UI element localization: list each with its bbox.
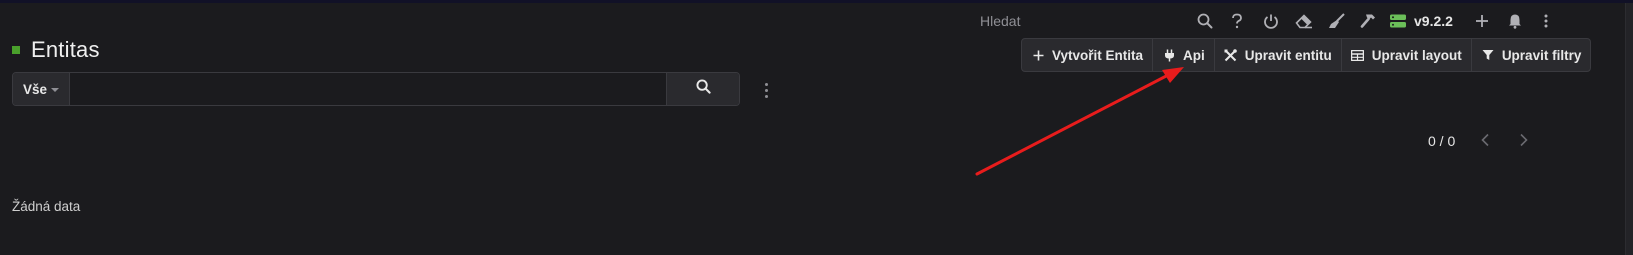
filter-dropdown[interactable]: Vše [13, 73, 70, 105]
page-title: Entitas [31, 37, 100, 62]
filter-icon [1481, 48, 1495, 62]
edit-layout-button[interactable]: Upravit layout [1342, 39, 1472, 71]
help-icon[interactable] [1226, 10, 1248, 32]
scrollbar-track[interactable] [1625, 3, 1633, 255]
server-icon[interactable] [1387, 10, 1409, 32]
tools-icon [1224, 48, 1238, 62]
search-input[interactable] [70, 73, 666, 105]
more-vertical-icon[interactable] [1535, 10, 1557, 32]
edit-entity-label: Upravit entitu [1244, 47, 1332, 63]
bell-icon[interactable] [1504, 10, 1526, 32]
edit-layout-label: Upravit layout [1371, 47, 1462, 63]
search-bar: Vše [12, 72, 740, 106]
api-label: Api [1183, 47, 1205, 63]
chevron-left-icon[interactable] [1475, 130, 1495, 150]
empty-state-text: Žádná data [12, 199, 81, 214]
api-button[interactable]: Api [1153, 39, 1215, 71]
broom-icon[interactable] [1326, 10, 1348, 32]
app-page: Hledat v9.2.2 Entitas Vytvořit Entita Ap… [0, 0, 1633, 255]
table-icon [1351, 48, 1365, 62]
hammer-icon[interactable] [1358, 10, 1380, 32]
chevron-right-icon[interactable] [1514, 130, 1534, 150]
create-entity-label: Vytvořit Entita [1052, 47, 1144, 63]
search-icon[interactable] [1194, 10, 1216, 32]
dot [764, 94, 768, 98]
header-actions: Vytvořit Entita Api Upravit entitu Uprav… [1021, 38, 1592, 72]
edit-entity-button[interactable]: Upravit entitu [1215, 39, 1342, 71]
plug-icon [1162, 48, 1176, 62]
create-entity-button[interactable]: Vytvořit Entita [1022, 39, 1154, 71]
power-icon[interactable] [1260, 10, 1282, 32]
global-search-link[interactable]: Hledat [980, 13, 1020, 29]
title-marker [12, 46, 20, 54]
filter-dropdown-value: Vše [22, 81, 48, 97]
caret-down-icon [51, 88, 60, 92]
search-options-button[interactable] [760, 80, 772, 100]
app-version: v9.2.2 [1414, 13, 1453, 29]
edit-filters-label: Upravit filtry [1501, 47, 1582, 63]
pagination-count: 0 / 0 [1428, 133, 1456, 149]
eraser-icon[interactable] [1293, 10, 1315, 32]
dot [764, 88, 768, 92]
page-header: Entitas [12, 37, 100, 63]
plus-icon [1031, 48, 1045, 62]
edit-filters-button[interactable]: Upravit filtry [1472, 39, 1591, 71]
dot [764, 82, 768, 86]
search-button[interactable] [666, 73, 739, 105]
plus-icon[interactable] [1471, 10, 1493, 32]
search-icon [695, 79, 711, 99]
